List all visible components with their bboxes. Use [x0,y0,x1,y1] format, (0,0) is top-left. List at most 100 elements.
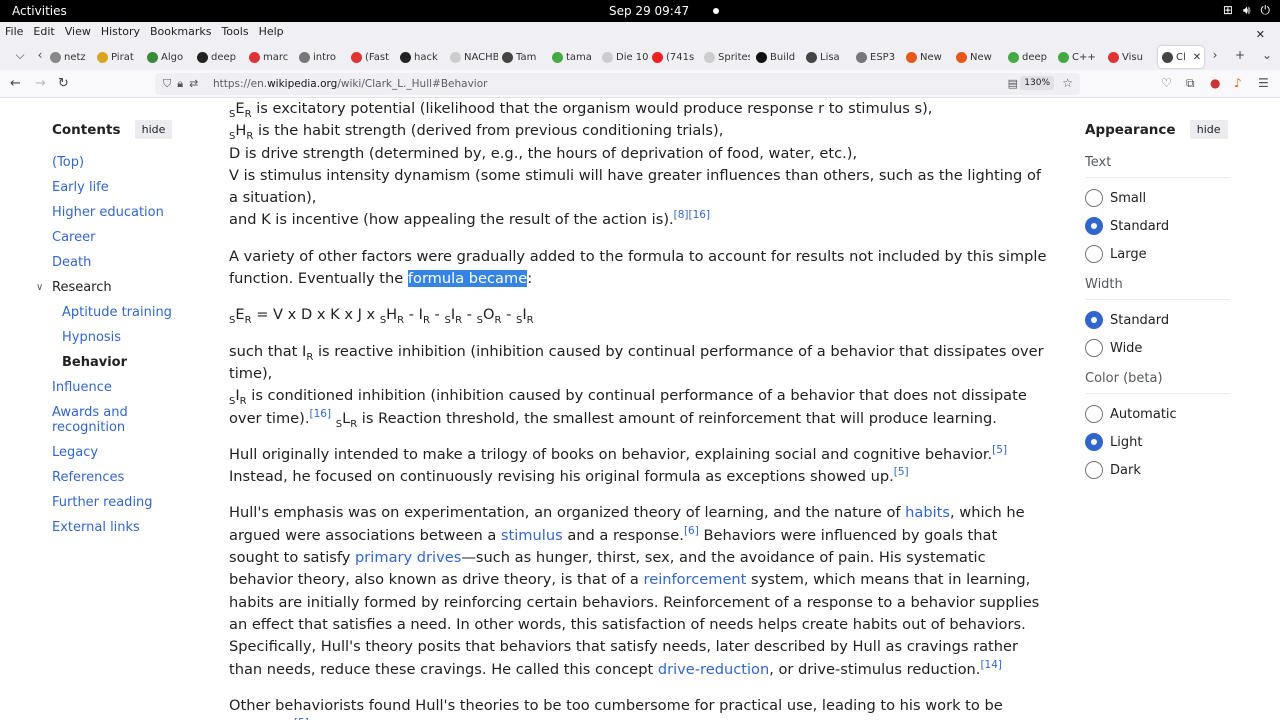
volume-icon[interactable]: 🔊︎ [1243,3,1251,18]
network-icon[interactable]: ⊞ [1223,3,1233,18]
url-bar[interactable]: ⛉🔒︎⇄ https://en.wikipedia.org/wiki/Clark… [155,73,1080,95]
system-tray[interactable]: ⊞ 🔊︎ ⏻ [1223,3,1270,18]
addon-icon[interactable]: ♪ [1234,76,1242,90]
browser-tab[interactable]: (Fast [351,46,393,68]
menu-history[interactable]: History [96,22,145,42]
browser-tab[interactable]: Visu [1108,46,1150,68]
toc-item-top[interactable]: (Top) [52,155,202,170]
citation-link[interactable]: [6] [684,525,699,537]
browser-tab[interactable]: tama [552,46,594,68]
close-tab-icon[interactable]: ✕ [1193,52,1201,63]
link-reinforcement[interactable]: reinforcement [644,571,747,588]
new-tab-button[interactable]: + [1232,48,1248,62]
radio-icon[interactable] [1085,461,1103,479]
extensions-icon[interactable]: ⧉ [1186,76,1195,91]
menu-file[interactable]: File [0,22,28,42]
toc-item-references[interactable]: References [52,470,202,485]
text-size-standard-radio[interactable]: Standard [1085,212,1230,240]
color-dark-radio[interactable]: Dark [1085,456,1230,484]
citation-link[interactable]: [14] [980,659,1002,671]
reader-view-icon[interactable]: ▤ [1008,77,1018,90]
activities-button[interactable]: Activities [12,4,67,18]
tab-list-icon[interactable]: ⌵ [12,48,28,63]
color-light-radio[interactable]: Light [1085,428,1230,456]
width-wide-radio[interactable]: Wide [1085,334,1230,362]
menu-view[interactable]: View [60,22,96,42]
menu-tools[interactable]: Tools [216,22,253,42]
extension-icon[interactable]: ● [1210,76,1220,90]
radio-icon[interactable] [1085,433,1103,451]
browser-tab[interactable]: Tam [502,46,544,68]
bookmark-star-icon[interactable]: ☆ [1062,76,1073,90]
url-text[interactable]: https://en.wikipedia.org/wiki/Clark_L._H… [213,78,487,90]
text-selection[interactable]: formula became [407,270,528,288]
reload-button[interactable]: ↻ [58,76,69,91]
link-habits[interactable]: habits [905,504,950,521]
browser-tab[interactable]: Algo [147,46,189,68]
radio-icon[interactable] [1085,339,1103,357]
toc-item-early-life[interactable]: Early life [52,180,202,195]
appearance-hide-button[interactable]: hide [1189,120,1228,139]
citation-link[interactable]: [5] [992,444,1007,456]
close-window-icon[interactable]: ✕ [1251,25,1270,41]
chevron-down-icon[interactable]: ∨ [36,280,43,295]
browser-tab[interactable]: netz [50,46,90,68]
toc-item-legacy[interactable]: Legacy [52,445,202,460]
browser-tab[interactable]: hack [400,46,442,68]
clock[interactable]: Sep 29 09:47 [609,4,689,18]
browser-tab[interactable]: deep [1008,46,1050,68]
power-icon[interactable]: ⏻ [1261,3,1271,18]
link-stimulus[interactable]: stimulus [501,527,563,544]
zoom-level-button[interactable]: 130% [1020,76,1054,90]
link-primary-drives[interactable]: primary drives [355,549,461,566]
browser-tab[interactable]: deep [197,46,239,68]
toc-item-hypnosis[interactable]: Hypnosis [52,330,202,345]
citation-link[interactable]: [16] [689,209,711,221]
list-all-tabs-icon[interactable]: ⌄ [1259,48,1275,62]
radio-icon[interactable] [1085,311,1103,329]
back-button[interactable]: ← [10,76,21,91]
browser-tab[interactable]: Die 10 b [602,46,650,68]
forward-button[interactable]: → [35,76,46,91]
radio-icon[interactable] [1085,245,1103,263]
toc-item-awards[interactable]: Awards and recognition [52,405,202,435]
menu-bookmarks[interactable]: Bookmarks [145,22,216,42]
radio-icon[interactable] [1085,405,1103,423]
menu-help[interactable]: Help [254,22,289,42]
text-size-large-radio[interactable]: Large [1085,240,1230,268]
browser-tab[interactable]: NACHBI [450,46,498,68]
pocket-icon[interactable]: ♡ [1161,76,1172,90]
toc-item-behavior[interactable]: Behavior [52,355,202,370]
app-menu-icon[interactable]: ☰ [1258,76,1269,90]
browser-tab[interactable]: Pirat [97,46,139,68]
toc-hide-button[interactable]: hide [134,120,173,139]
toc-item-external-links[interactable]: External links [52,520,202,535]
link-drive-reduction[interactable]: drive-reduction [658,661,769,678]
toc-item-further-reading[interactable]: Further reading [52,495,202,510]
scroll-tabs-left-icon[interactable]: ‹ [32,48,48,62]
citation-link[interactable]: [8] [674,209,689,221]
browser-tab[interactable]: Lisa [806,46,848,68]
width-standard-radio[interactable]: Standard [1085,306,1230,334]
scroll-tabs-right-icon[interactable]: › [1207,48,1223,62]
radio-icon[interactable] [1085,189,1103,207]
text-size-small-radio[interactable]: Small [1085,184,1230,212]
browser-tab[interactable]: C++ [1058,46,1100,68]
browser-tab[interactable]: Sprites [704,46,750,68]
toc-item-career[interactable]: Career [52,230,202,245]
toc-item-aptitude-training[interactable]: Aptitude training [52,305,202,320]
browser-tab[interactable]: intro [299,46,341,68]
toc-item-research[interactable]: ∨ Research [36,280,202,295]
toc-item-death[interactable]: Death [52,255,202,270]
site-info-icon[interactable]: ⛉🔒︎⇄ [163,77,204,91]
browser-tab[interactable]: New [956,46,998,68]
browser-tab[interactable]: (741s [652,46,694,68]
radio-icon[interactable] [1085,217,1103,235]
browser-tab[interactable]: New [906,46,948,68]
menu-edit[interactable]: Edit [28,22,59,42]
color-automatic-radio[interactable]: Automatic [1085,400,1230,428]
browser-tab[interactable]: Build [756,46,798,68]
toc-item-higher-education[interactable]: Higher education [52,205,202,220]
toc-item-influence[interactable]: Influence [52,380,202,395]
browser-tab[interactable]: ESP3 [856,46,898,68]
